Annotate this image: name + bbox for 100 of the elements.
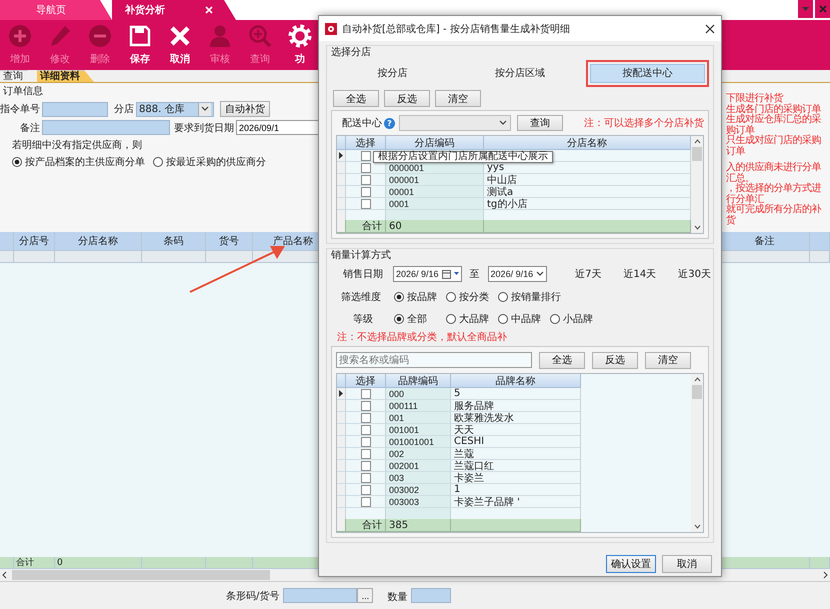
query-button[interactable]: 查询 bbox=[517, 115, 563, 131]
calendar-icon bbox=[442, 270, 451, 278]
table-cell: 中山店 bbox=[484, 174, 691, 186]
close-button[interactable] bbox=[705, 24, 715, 34]
checkbox[interactable] bbox=[360, 186, 370, 196]
tab[interactable]: 补货分析 bbox=[112, 0, 236, 20]
field-label: 要求到货日期 bbox=[174, 122, 234, 134]
radio-button[interactable]: 中品牌 bbox=[498, 312, 550, 326]
function-button[interactable]: 功 bbox=[280, 20, 320, 70]
column-header[interactable]: 品牌名称 bbox=[451, 374, 581, 388]
confirm-button[interactable]: 确认设置 bbox=[606, 555, 656, 573]
caret-icon bbox=[454, 272, 459, 276]
note-text: 生成对应仓库汇总的采购订单 bbox=[726, 115, 822, 136]
checkbox[interactable] bbox=[360, 162, 370, 172]
date-range-option[interactable]: 近14天 bbox=[623, 267, 656, 281]
input-field[interactable] bbox=[411, 588, 452, 603]
select-all-button[interactable]: 全选 bbox=[539, 352, 585, 368]
table-cell: 003002 bbox=[386, 484, 451, 496]
table-cell: 兰蔻 bbox=[451, 448, 581, 460]
close-icon[interactable] bbox=[205, 6, 213, 14]
invert-selection-button[interactable]: 反选 bbox=[592, 352, 638, 368]
checkbox[interactable] bbox=[360, 460, 370, 470]
input-field[interactable] bbox=[283, 588, 358, 603]
radio-button[interactable]: 大品牌 bbox=[446, 312, 498, 326]
radio-button[interactable]: 按产品档案的主供应商分单 bbox=[12, 155, 145, 169]
checkbox[interactable] bbox=[360, 472, 370, 482]
table-cell: 卡姿兰子品牌 ' bbox=[451, 496, 581, 508]
input-field[interactable] bbox=[42, 102, 108, 116]
date-range-option[interactable]: 近7天 bbox=[575, 267, 602, 281]
person-icon bbox=[208, 24, 232, 48]
cancel-button[interactable]: 取消 bbox=[160, 20, 200, 70]
prompt-text: 若明细中没有指定供应商，则 bbox=[12, 138, 143, 152]
checkbox[interactable] bbox=[360, 484, 370, 494]
tooltip: 根据分店设置内门店所属配送中心展示 bbox=[373, 151, 553, 163]
note-text: 就可完成所有分店的补货 bbox=[726, 205, 822, 226]
minus-icon bbox=[88, 24, 112, 48]
row-pointer-icon bbox=[339, 390, 343, 397]
table-cell: 测试a bbox=[484, 186, 691, 198]
table-cell: 兰蔻口红 bbox=[451, 460, 581, 472]
field-label: 等级 bbox=[353, 313, 374, 326]
note-text: 下限进行补货 bbox=[726, 94, 784, 104]
checkbox[interactable] bbox=[360, 496, 370, 506]
radio-button[interactable]: 按销量排行 bbox=[498, 290, 561, 304]
scroll-thumb[interactable] bbox=[692, 385, 702, 399]
column-header[interactable]: 选择 bbox=[346, 136, 386, 150]
input-field[interactable] bbox=[42, 120, 170, 135]
column-header[interactable]: 分店名称 bbox=[484, 136, 691, 150]
distribution-center-dropdown[interactable] bbox=[399, 115, 511, 131]
mode-tab[interactable]: 按分店 bbox=[335, 64, 450, 82]
field-label: 至 bbox=[470, 268, 480, 281]
checkbox[interactable] bbox=[360, 436, 370, 446]
menu-button[interactable] bbox=[798, 0, 813, 18]
checkbox[interactable] bbox=[360, 448, 370, 458]
clear-button[interactable]: 清空 bbox=[435, 90, 481, 107]
auto-replenish-button[interactable]: 自动补货 bbox=[220, 101, 270, 117]
total-label: 合计 bbox=[346, 220, 386, 233]
search-field[interactable]: 搜索名称或编码 bbox=[336, 352, 532, 368]
vertical-scrollbar[interactable] bbox=[691, 136, 703, 233]
radio-button[interactable]: 按分类 bbox=[446, 290, 498, 304]
save-button[interactable]: 保存 bbox=[120, 20, 160, 70]
row-pointer-icon bbox=[339, 152, 343, 159]
date-field[interactable]: 2026/ 9/16 bbox=[488, 266, 548, 282]
checkbox[interactable] bbox=[360, 388, 370, 398]
row-header[interactable] bbox=[337, 388, 346, 400]
select-all-button[interactable]: 全选 bbox=[333, 90, 379, 107]
checkbox[interactable] bbox=[360, 174, 370, 184]
browse-button[interactable]: ... bbox=[357, 588, 374, 603]
radio-button[interactable]: 按品牌 bbox=[394, 290, 446, 304]
branch-dropdown[interactable]: 888. 仓库 bbox=[136, 102, 214, 116]
row-header[interactable] bbox=[337, 150, 346, 162]
caret-icon bbox=[802, 6, 809, 12]
date-field[interactable]: 2026/ 9/16 bbox=[393, 266, 462, 282]
column-header[interactable]: 选择 bbox=[346, 374, 386, 388]
table-cell: 000001 bbox=[386, 174, 484, 186]
table-cell: 002001 bbox=[386, 460, 451, 472]
checkbox[interactable] bbox=[360, 400, 370, 410]
checkbox[interactable] bbox=[360, 198, 370, 208]
table-cell bbox=[14, 251, 55, 263]
invert-selection-button[interactable]: 反选 bbox=[384, 90, 430, 107]
checkbox[interactable] bbox=[360, 412, 370, 422]
table-cell: 001001 bbox=[386, 424, 451, 436]
scroll-thumb[interactable] bbox=[692, 147, 702, 161]
clear-button[interactable]: 清空 bbox=[645, 352, 691, 368]
radio-button[interactable]: 按最近采购的供应商分 bbox=[153, 155, 266, 169]
mode-tab[interactable]: 按配送中心 bbox=[590, 64, 705, 82]
table-cell: 卡姿兰 bbox=[451, 472, 581, 484]
cancel-button[interactable]: 取消 bbox=[662, 555, 712, 573]
caret-icon bbox=[201, 106, 209, 112]
checkbox[interactable] bbox=[360, 424, 370, 434]
mode-tab[interactable]: 按分店区域 bbox=[462, 64, 578, 82]
radio-button[interactable]: 小品牌 bbox=[550, 312, 602, 326]
field-label: 配送中心 bbox=[342, 116, 382, 130]
date-range-option[interactable]: 近30天 bbox=[678, 267, 711, 281]
tab[interactable]: 导航页 bbox=[0, 0, 112, 20]
radio-button[interactable]: 全部 bbox=[394, 312, 446, 326]
tab[interactable]: 详细资料 bbox=[37, 70, 94, 82]
vertical-scrollbar[interactable] bbox=[691, 374, 703, 532]
column-header[interactable]: 品牌编码 bbox=[386, 374, 451, 388]
checkbox[interactable] bbox=[360, 150, 370, 160]
column-header[interactable]: 分店编码 bbox=[386, 136, 484, 150]
